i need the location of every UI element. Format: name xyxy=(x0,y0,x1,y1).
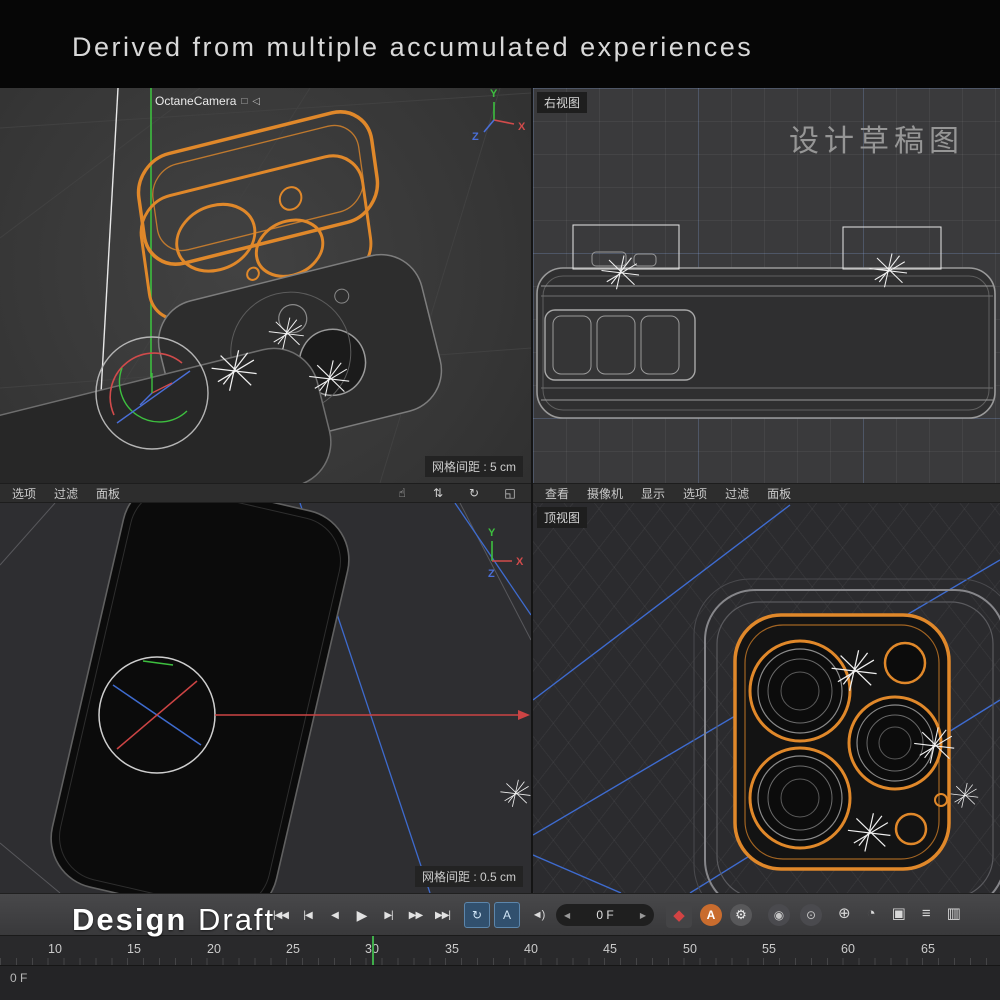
axis-z-label: Z xyxy=(472,131,479,143)
prev-frame-button[interactable]: ◀ xyxy=(322,902,347,928)
watermark-design-draft: Design Draft xyxy=(72,902,275,938)
menu-view[interactable]: 查看 xyxy=(545,485,569,502)
sketch-star xyxy=(500,780,530,807)
keyframe-group: ◆ A ⚙ xyxy=(666,902,752,928)
move-tool-icon[interactable]: ⊕ xyxy=(838,904,851,922)
viewport-top-view[interactable]: 顶视图 xyxy=(533,503,1000,893)
back-view-canvas: Y X Z xyxy=(0,503,531,893)
top-banner: Derived from multiple accumulated experi… xyxy=(0,0,1000,88)
viewport-perspective[interactable]: Y X Z OctaneCamera □ ◁ 网格间距 : 5 cm xyxy=(0,88,531,483)
camera-window-icon[interactable]: □ xyxy=(241,96,247,107)
viewport-toolbar-right: 查看 摄像机 显示 选项 过滤 面板 xyxy=(533,483,1000,503)
camera-label[interactable]: OctaneCamera □ ◁ xyxy=(155,94,260,108)
camera-solo-icon[interactable]: ◁ xyxy=(252,96,260,107)
app-window: Derived from multiple accumulated experi… xyxy=(0,0,1000,1000)
layers-icon[interactable]: ≡ xyxy=(922,905,931,922)
timeline-tick: 20 xyxy=(207,942,221,956)
goto-end-button[interactable]: ▶▶| xyxy=(430,902,455,928)
sound-toggle-icon[interactable]: ◄) xyxy=(524,909,552,921)
menu-options[interactable]: 选项 xyxy=(12,485,36,502)
next-key-button[interactable]: ▶▶ xyxy=(403,902,428,928)
transport-controls: |◀◀ |◀ ◀ ▶ ▶| ▶▶ ▶▶| xyxy=(268,902,455,928)
loop-mode-button[interactable]: ↻ xyxy=(464,902,490,928)
sketch-star xyxy=(951,783,979,808)
flash-circle xyxy=(885,643,925,683)
next-frame-button[interactable]: ▶| xyxy=(376,902,401,928)
grid-spacing-badge: 网格间距 : 0.5 cm xyxy=(415,866,523,887)
lens-3 xyxy=(849,697,941,789)
timeline-ruler[interactable]: 10 15 20 25 30 35 40 45 50 55 60 65 xyxy=(0,935,1000,965)
keying-settings-button[interactable]: ⚙ xyxy=(730,904,752,926)
prev-key-button[interactable]: |◀ xyxy=(295,902,320,928)
gear-icon: ⚙ xyxy=(735,907,747,923)
axis-gizmo: Y X Z xyxy=(488,527,524,580)
phone-back-silhouette xyxy=(41,503,359,893)
axis-y-label: Y xyxy=(488,527,496,539)
design-draft-caption-cn: 设计草稿图 xyxy=(789,116,964,160)
watermark-design: Design xyxy=(72,902,187,937)
viewport-back-view[interactable]: Y X Z 网格间距 : 0.5 cm xyxy=(0,503,531,893)
maximize-view-icon[interactable]: ◱ xyxy=(501,486,519,500)
viewport-name-badge[interactable]: 右视图 xyxy=(537,92,587,113)
window-tool-icon[interactable]: ▣ xyxy=(892,904,906,922)
current-frame-label: 0 F xyxy=(10,971,27,985)
grid-spacing-badge: 网格间距 : 5 cm xyxy=(425,456,523,477)
menu-panel[interactable]: 面板 xyxy=(96,485,120,502)
timeline-tick: 55 xyxy=(762,942,776,956)
menu-filter[interactable]: 过滤 xyxy=(725,485,749,502)
timeline-tick: 50 xyxy=(683,942,697,956)
play-button[interactable]: ▶ xyxy=(349,902,374,928)
viewport-right-view[interactable]: 右视图 设计草稿图 xyxy=(533,88,1000,483)
timeline-tick: 45 xyxy=(603,942,617,956)
hand-tool-icon[interactable]: ☝ xyxy=(393,486,411,500)
record-toggle-group: ◉ ⊙ xyxy=(768,904,822,926)
timeline-tick: 15 xyxy=(127,942,141,956)
axis-x-label: X xyxy=(518,121,526,133)
playhead-marker[interactable] xyxy=(372,936,374,966)
lens-2 xyxy=(750,748,850,848)
rotate-view-icon[interactable]: ↻ xyxy=(465,486,483,500)
frame-decrement-icon[interactable]: ◀ xyxy=(564,911,570,920)
bottom-strip: 0 F xyxy=(0,965,1000,1000)
pan-tool-icon[interactable]: ⇅ xyxy=(429,486,447,500)
perspective-canvas: Y X Z xyxy=(0,88,531,483)
axis-x-label: X xyxy=(516,556,524,568)
menu-panel[interactable]: 面板 xyxy=(767,485,791,502)
record-rotation-button[interactable]: ⊙ xyxy=(800,904,822,926)
keyframe-diamond-icon: ◆ xyxy=(673,906,685,924)
grid-icon[interactable]: ▥ xyxy=(947,904,961,922)
camera-module-wireframe xyxy=(735,615,949,869)
lens-1 xyxy=(750,641,850,741)
axis-z-label: Z xyxy=(488,568,495,580)
banner-title: Derived from multiple accumulated experi… xyxy=(72,32,753,63)
frame-field[interactable]: ◀ 0 F ▶ xyxy=(556,904,654,926)
timeline-tick: 40 xyxy=(524,942,538,956)
right-tools-group: ⊕ ◔ ▣ ≡ ▥ xyxy=(838,904,961,922)
viewport-toolbar-left: 选项 过滤 面板 ☝ ⇅ ↻ ◱ xyxy=(0,483,531,503)
timeline-tick: 25 xyxy=(286,942,300,956)
menu-options[interactable]: 选项 xyxy=(683,485,707,502)
timeline-tick: 65 xyxy=(921,942,935,956)
autokey-mode-button[interactable]: A xyxy=(494,902,520,928)
record-position-button[interactable]: ◉ xyxy=(768,904,790,926)
menu-camera[interactable]: 摄像机 xyxy=(587,485,623,502)
timeline-tick: 60 xyxy=(841,942,855,956)
timeline-tick: 10 xyxy=(48,942,62,956)
record-keyframe-button[interactable]: ◆ xyxy=(666,902,692,928)
timeline-tick: 35 xyxy=(445,942,459,956)
frame-value: 0 F xyxy=(596,908,613,922)
menu-display[interactable]: 显示 xyxy=(641,485,665,502)
camera-name: OctaneCamera xyxy=(155,94,236,108)
menu-filter[interactable]: 过滤 xyxy=(54,485,78,502)
playback-mode-group: ↻ A ◄) xyxy=(464,902,552,928)
rotate-tool-icon[interactable]: ◔ xyxy=(867,905,876,922)
phone-side-wireframe xyxy=(537,252,995,418)
frame-increment-icon[interactable]: ▶ xyxy=(640,911,646,920)
viewport-name-badge[interactable]: 顶视图 xyxy=(537,507,587,528)
watermark-draft: Draft xyxy=(198,902,275,937)
axis-y-label: Y xyxy=(490,88,498,100)
autokeying-button[interactable]: A xyxy=(700,904,722,926)
top-view-canvas xyxy=(533,503,1000,893)
